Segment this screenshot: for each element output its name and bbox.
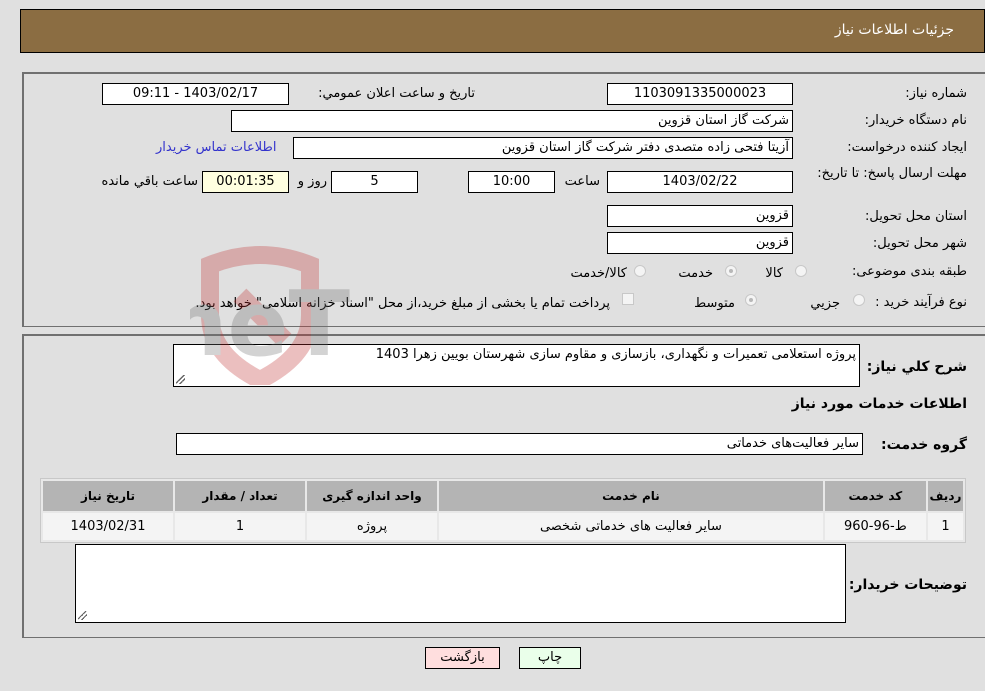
deadline-label: مهلت ارسال پاسخ: تا تاریخ: [817, 166, 967, 181]
col-header-service-code: کد خدمت [824, 481, 926, 511]
category-option-goods: کالا [765, 266, 783, 281]
description-text: پروژه استعلامی تعمیرات و نگهداری، بازساز… [375, 347, 856, 362]
remaining-time-field: 00:01:35 [202, 171, 289, 193]
description-textarea[interactable]: پروژه استعلامی تعمیرات و نگهداری، بازساز… [173, 344, 860, 387]
need-number-field[interactable]: 1103091335000023 [607, 83, 793, 105]
services-heading: اطلاعات خدمات مورد نیاز [791, 396, 967, 412]
category-option-goods-service: کالا/خدمت [570, 266, 627, 281]
cell-need-date: 1403/02/31 [43, 513, 174, 540]
process-option-minor: جزيي [810, 296, 840, 311]
cell-service-code: ط-96-960 [824, 513, 926, 540]
cell-row-number: 1 [927, 513, 963, 540]
treasury-checkbox-label: پرداخت تمام یا بخشی از مبلغ خرید،از محل … [195, 296, 610, 311]
buyer-notes-label: توضیحات خریدار: [848, 577, 967, 593]
deadline-time-label: ساعت [564, 174, 600, 189]
deadline-time-field[interactable]: 10:00 [468, 171, 555, 193]
print-button[interactable]: چاپ [519, 647, 581, 669]
category-option-service: خدمت [678, 266, 713, 281]
page-header: جزئیات اطلاعات نیاز [20, 9, 985, 53]
buyer-notes-textarea[interactable] [75, 544, 846, 623]
announce-datetime-label: تاریخ و ساعت اعلان عمومي: [318, 86, 475, 101]
table-row: 1 ط-96-960 سایر فعالیت های خدماتی شخصی پ… [43, 513, 963, 540]
back-button[interactable]: بازگشت [425, 647, 500, 669]
col-header-need-date: تاریخ نیاز [43, 481, 174, 511]
description-label: شرح کلي نیاز: [866, 359, 967, 375]
delivery-city-field[interactable]: قزوین [607, 232, 793, 254]
delivery-city-label: شهر محل تحویل: [872, 236, 967, 251]
col-header-service-name: نام خدمت [439, 481, 823, 511]
table-header-row: ردیف کد خدمت نام خدمت واحد اندازه گیری ت… [43, 481, 963, 511]
service-group-field[interactable]: سایر فعالیت‌های خدماتی [176, 433, 863, 455]
delivery-province-label: استان محل تحویل: [865, 209, 967, 224]
treasury-checkbox[interactable] [622, 293, 634, 305]
requester-label: ایجاد کننده درخواست: [847, 140, 967, 155]
cell-quantity: 1 [175, 513, 306, 540]
days-label: روز و [297, 174, 327, 189]
process-radio-minor[interactable] [853, 294, 865, 306]
purchase-process-label: نوع فرآیند خرید : [875, 295, 967, 310]
announce-datetime-field[interactable]: 1403/02/17 - 09:11 [102, 83, 289, 105]
col-header-quantity: تعداد / مقدار [175, 481, 306, 511]
remaining-time-label: ساعت باقي مانده [101, 174, 198, 189]
col-header-unit: واحد اندازه گیری [307, 481, 438, 511]
delivery-province-field[interactable]: قزوین [607, 205, 793, 227]
category-radio-service[interactable] [725, 265, 737, 277]
resize-grip-icon[interactable] [176, 375, 185, 384]
cell-service-name: سایر فعالیت های خدماتی شخصی [439, 513, 823, 540]
deadline-date-field[interactable]: 1403/02/22 [607, 171, 793, 193]
need-number-label: شماره نیاز: [905, 86, 967, 101]
remaining-days-field[interactable]: 5 [331, 171, 418, 193]
category-radio-goods-service[interactable] [634, 265, 646, 277]
page-title: جزئیات اطلاعات نیاز [834, 22, 954, 38]
process-option-medium: متوسط [694, 296, 735, 311]
category-label: طبقه بندی موضوعی: [851, 264, 967, 279]
col-header-row-number: ردیف [927, 481, 963, 511]
buyer-org-label: نام دستگاه خریدار: [864, 113, 967, 128]
services-table: ردیف کد خدمت نام خدمت واحد اندازه گیری ت… [40, 478, 966, 543]
requester-field[interactable]: آزیتا فتحی زاده متصدی دفتر شرکت گاز استا… [293, 137, 793, 159]
buyer-contact-link[interactable]: اطلاعات تماس خریدار [156, 140, 276, 155]
service-group-label: گروه خدمت: [881, 437, 967, 453]
cell-unit: پروژه [307, 513, 438, 540]
resize-grip-icon[interactable] [78, 611, 87, 620]
category-radio-goods[interactable] [795, 265, 807, 277]
buyer-org-field[interactable]: شرکت گاز استان قزوین [231, 110, 793, 132]
process-radio-medium[interactable] [745, 294, 757, 306]
